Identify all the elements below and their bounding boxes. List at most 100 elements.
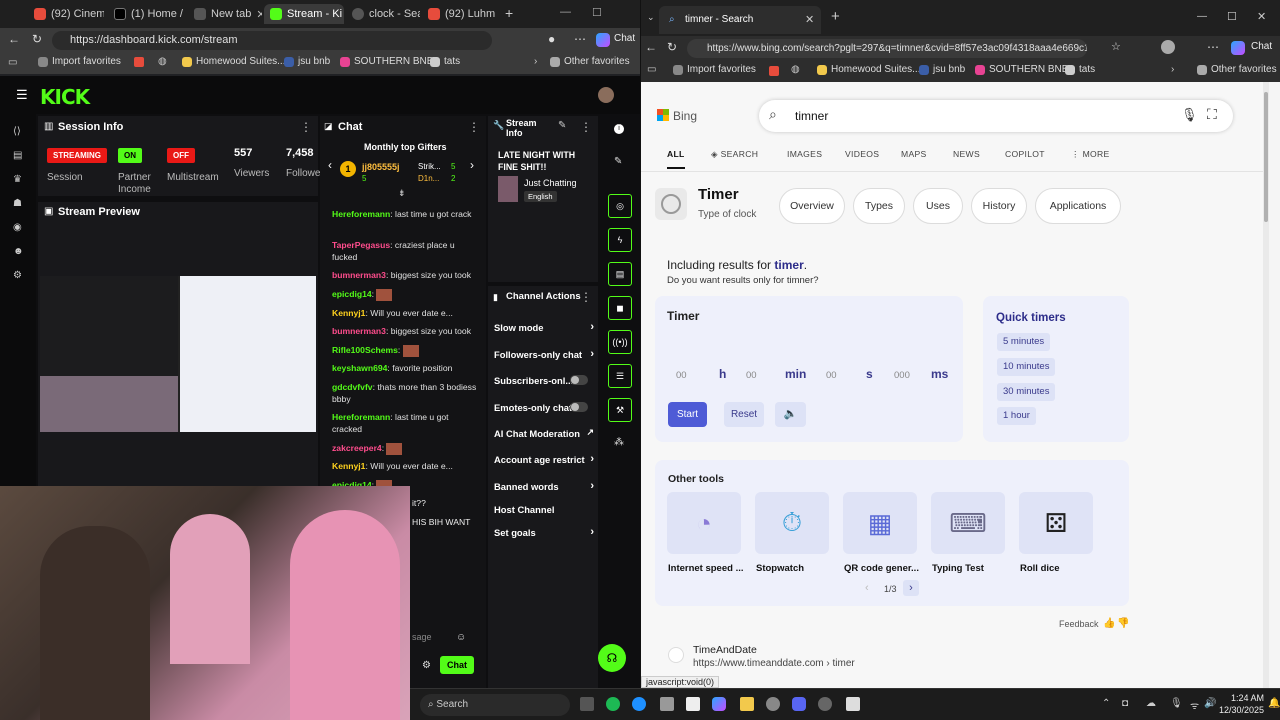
followers-only-item[interactable]: Followers-only chat › xyxy=(494,348,594,360)
chevron-left-icon[interactable]: ‹ xyxy=(328,158,332,172)
feedback-link[interactable]: Feedback xyxy=(1059,619,1099,629)
tool-qr-code[interactable]: ▦ xyxy=(843,492,917,554)
fav-southern[interactable]: SOUTHERN BNB' xyxy=(340,56,435,67)
chevron-right-icon[interactable]: › xyxy=(534,56,537,67)
info-icon[interactable]: i xyxy=(614,124,624,134)
search-input[interactable]: timner xyxy=(795,109,828,123)
globe-icon[interactable]: ◍ xyxy=(158,56,167,67)
microphone-icon[interactable]: 🎙 xyxy=(1170,698,1183,709)
moderation-icon[interactable]: ◉ xyxy=(13,223,23,233)
clock-time[interactable]: 1:24 AM xyxy=(1224,693,1264,703)
emotes-only-item[interactable]: Emotes-only chat xyxy=(494,402,594,413)
fav-other[interactable]: Other favorites xyxy=(1197,64,1277,75)
scrollbar-thumb[interactable] xyxy=(1264,92,1268,222)
chat-username[interactable]: epicdig14 xyxy=(332,289,372,299)
visual-search-icon[interactable]: ⛶ xyxy=(1207,106,1217,123)
settings-icon[interactable]: ⚙ xyxy=(13,271,23,281)
tab-clock[interactable]: clock - Sear ✕ xyxy=(346,4,420,24)
kebab-menu-icon[interactable]: ⋮ xyxy=(580,290,592,304)
quick-timer-1hour[interactable]: 1 hour xyxy=(997,407,1036,425)
tab-maps[interactable]: MAPS xyxy=(901,149,927,159)
kebab-menu-icon[interactable]: ⋮ xyxy=(300,120,312,134)
subscribers-only-item[interactable]: Subscribers-onl... xyxy=(494,375,594,386)
tool-label[interactable]: Typing Test xyxy=(932,563,984,574)
chevron-right-icon[interactable]: › xyxy=(1171,64,1174,75)
ai-moderation-item[interactable]: AI Chat Moderation ↗ xyxy=(494,427,594,439)
back-icon[interactable]: ← xyxy=(8,32,20,46)
menu-icon[interactable]: ⋯ xyxy=(1207,40,1219,54)
sidebar-icon[interactable]: ▭ xyxy=(647,64,656,75)
users-icon[interactable]: ☻ xyxy=(13,247,24,257)
notifications-icon[interactable]: 🔔 xyxy=(1268,698,1280,709)
rail-button-list[interactable]: ☰ xyxy=(608,364,632,388)
maximize-icon[interactable]: ☐ xyxy=(592,6,602,19)
host-channel-item[interactable]: Host Channel xyxy=(494,504,594,515)
chat-username[interactable]: gdcdvfvfv xyxy=(332,382,373,392)
entity-title[interactable]: Timer xyxy=(698,186,739,203)
chat-username[interactable]: TaperPegasus xyxy=(332,240,390,250)
chat-username[interactable]: zakcreeper4 xyxy=(332,443,382,453)
chat-username[interactable]: Kennyj1 xyxy=(332,308,365,318)
tab-images[interactable]: IMAGES xyxy=(787,149,822,159)
fav-tats[interactable]: tats xyxy=(1065,64,1095,75)
refresh-icon[interactable]: ↻ xyxy=(32,32,42,46)
thumbs-down-icon[interactable]: 👎 xyxy=(1117,618,1129,629)
content-icon[interactable]: ▤ xyxy=(13,151,23,161)
quick-timer-30min[interactable]: 30 minutes xyxy=(997,383,1056,401)
subscribers-toggle[interactable] xyxy=(570,375,588,385)
tab-more[interactable]: ⋮ MORE xyxy=(1071,149,1110,160)
maximize-icon[interactable]: ☐ xyxy=(1227,10,1237,23)
prev-page-icon[interactable]: ‹ xyxy=(865,582,869,594)
youtube-icon[interactable] xyxy=(769,66,779,76)
tab-actions-icon[interactable]: ⌄ xyxy=(647,12,655,23)
pill-types[interactable]: Types xyxy=(853,188,905,224)
minutes-input[interactable]: 00 xyxy=(737,366,777,386)
back-icon[interactable]: ← xyxy=(645,40,657,54)
rail-button-broadcast[interactable]: ((•)) xyxy=(608,330,632,354)
tool-label[interactable]: Stopwatch xyxy=(756,563,804,574)
tool-typing-test[interactable]: ⌨ xyxy=(931,492,1005,554)
pill-history[interactable]: History xyxy=(971,188,1027,224)
including-term-link[interactable]: timer xyxy=(774,258,803,272)
pen-icon[interactable]: ✎ xyxy=(614,156,622,167)
account-age-item[interactable]: Account age restrict › xyxy=(494,453,594,465)
pill-overview[interactable]: Overview xyxy=(779,188,845,224)
chat-username[interactable]: bumnerman3 xyxy=(332,270,386,280)
copilot-icon[interactable] xyxy=(596,33,610,47)
settings-icon[interactable]: ⚙ xyxy=(422,660,431,671)
edge-icon[interactable] xyxy=(632,697,646,711)
result-url[interactable]: https://www.timeanddate.com › timer xyxy=(693,658,855,669)
store-icon[interactable] xyxy=(660,697,674,711)
address-bar[interactable]: https://www.bing.com/search?pglt=297&q=t… xyxy=(687,39,1087,58)
tool-label[interactable]: Roll dice xyxy=(1020,563,1060,574)
tab-stream[interactable]: Stream - Ki ✕ xyxy=(264,4,344,24)
broadcast-icon[interactable]: ⟨⟩ xyxy=(13,127,23,137)
sound-toggle-icon[interactable]: 🔈 xyxy=(775,402,806,427)
result-site-name[interactable]: TimeAndDate xyxy=(693,644,757,656)
fav-southern[interactable]: SOUTHERN BNB' xyxy=(975,64,1070,75)
hours-input[interactable]: 00 xyxy=(667,366,707,386)
task-view-icon[interactable] xyxy=(580,697,594,711)
menu-icon[interactable]: ⋯ xyxy=(574,32,586,46)
profile-icon[interactable]: ● xyxy=(548,32,555,46)
fav-import[interactable]: Import favorites xyxy=(673,64,756,75)
quick-timer-5min[interactable]: 5 minutes xyxy=(997,333,1051,351)
banned-words-item[interactable]: Banned words › xyxy=(494,480,594,492)
new-tab-plus-icon[interactable]: + xyxy=(505,5,513,21)
chat-input[interactable]: sage xyxy=(412,632,432,642)
slow-mode-item[interactable]: Slow mode › xyxy=(494,321,594,333)
support-headset-icon[interactable]: ☊ xyxy=(598,644,626,672)
start-button[interactable]: Start xyxy=(668,402,707,427)
tab-all[interactable]: ALL xyxy=(667,149,685,169)
edit-icon[interactable]: ✎ xyxy=(558,120,566,131)
close-window-icon[interactable]: ✕ xyxy=(1257,10,1266,23)
tool-internet-speed[interactable]: ◔ xyxy=(667,492,741,554)
profile-icon[interactable] xyxy=(1161,40,1175,54)
pill-uses[interactable]: Uses xyxy=(913,188,963,224)
kick-logo[interactable]: KICK xyxy=(40,85,90,109)
wifi-icon[interactable]: ᯤ xyxy=(1190,698,1199,712)
share-icon[interactable]: ⁂ xyxy=(614,437,624,448)
microphone-icon[interactable]: 🎙 xyxy=(1181,107,1198,123)
close-icon[interactable]: ✕ xyxy=(805,13,814,26)
vertical-scrollbar[interactable] xyxy=(1263,82,1269,688)
